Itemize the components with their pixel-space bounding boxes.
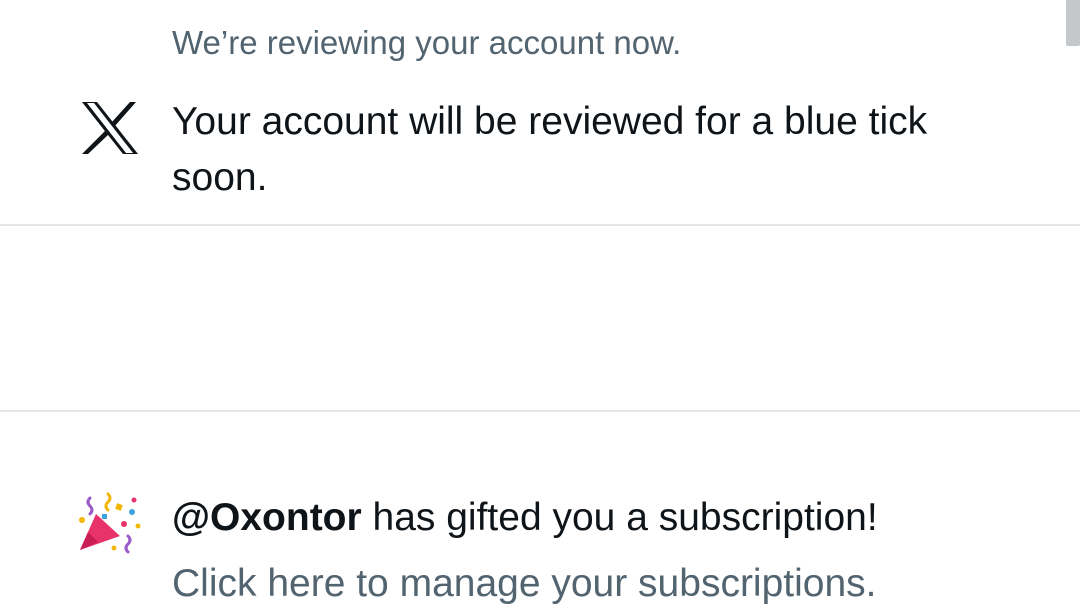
notification-context-text: We’re reviewing your account now. xyxy=(172,24,682,61)
user-handle-link[interactable]: @Oxontor xyxy=(172,496,362,539)
notification-main-text: @Oxontor has gifted you a subscription! xyxy=(172,498,878,537)
notification-item-gift-subscription[interactable]: @Oxontor has gifted you a subscription! … xyxy=(0,228,1080,603)
notification-main-text: Your account will be reviewed for a blue… xyxy=(172,100,928,199)
notification-item-next[interactable] xyxy=(0,414,1080,446)
manage-subscriptions-link[interactable]: Click here to manage your subscriptions. xyxy=(172,564,877,603)
notification-item-account-review[interactable]: We’re reviewing your account now. Your a… xyxy=(0,0,1080,226)
notifications-feed: We’re reviewing your account now. Your a… xyxy=(0,0,1080,603)
party-popper-icon xyxy=(79,492,141,554)
x-logo-icon xyxy=(82,102,138,154)
notification-message-text: has gifted you a subscription! xyxy=(361,496,878,539)
scrollbar-thumb[interactable] xyxy=(1066,0,1080,46)
